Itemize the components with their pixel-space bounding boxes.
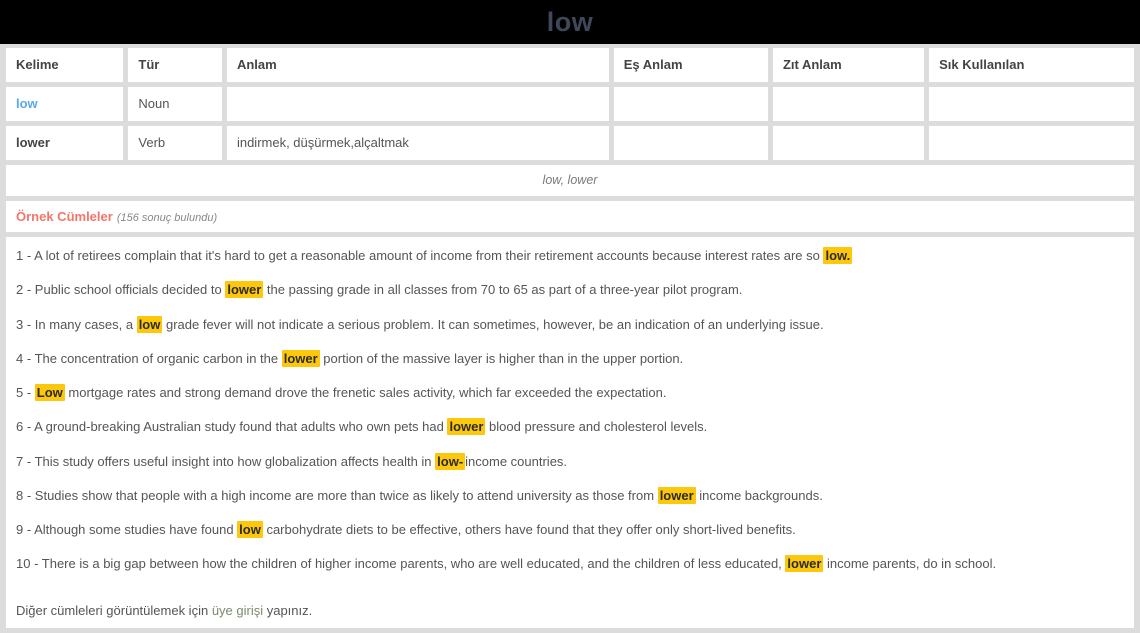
footer-text-after: yapınız. xyxy=(263,602,313,618)
cell-es-anlam xyxy=(612,86,769,122)
sentence-text: The concentration of organic carbon in t… xyxy=(34,350,282,366)
examples-header: Örnek Cümleler (156 sonuç bulundu) xyxy=(5,200,1135,233)
sentence-number: 9 - xyxy=(16,522,35,537)
table-row: low Noun xyxy=(0,86,1140,125)
cell-zit-anlam xyxy=(771,86,926,122)
sentence-text: Public school officials decided to xyxy=(34,282,226,298)
sentence-text: the passing grade in all classes from 70… xyxy=(263,282,743,298)
example-sentence: 4 - The concentration of organic carbon … xyxy=(16,349,1124,367)
word-forms-text: low, lower xyxy=(5,164,1135,197)
column-header-tur: Tür xyxy=(127,47,223,83)
highlighted-term: lower xyxy=(785,555,824,573)
footer-text-before: Diğer cümleleri görüntülemek için xyxy=(16,602,212,618)
member-login-link[interactable]: üye girişi xyxy=(212,603,263,618)
sentence-number: 4 - xyxy=(16,350,35,366)
highlighted-term: Low xyxy=(34,384,65,401)
highlighted-term: lower xyxy=(447,418,486,436)
example-sentence: 10 - There is a big gap between how the … xyxy=(16,555,1124,573)
highlighted-term: low xyxy=(237,521,263,538)
sentence-text: A lot of retirees complain that it's har… xyxy=(34,248,824,263)
sentence-number: 6 - xyxy=(16,419,35,435)
sentence-number: 10 - xyxy=(16,556,42,572)
sentences-panel-wrapper: 1 - A lot of retirees complain that it's… xyxy=(0,236,1140,633)
sentences-panel: 1 - A lot of retirees complain that it's… xyxy=(5,236,1135,629)
member-login-note: Diğer cümleleri görüntülemek için üye gi… xyxy=(16,603,1124,618)
sentence-text: income parents, do in school. xyxy=(823,556,997,572)
example-sentence: 2 - Public school officials decided to l… xyxy=(16,281,1124,299)
page-header: low xyxy=(0,0,1140,44)
cell-tur: Verb xyxy=(127,125,223,161)
example-sentence: 6 - A ground-breaking Australian study f… xyxy=(16,418,1124,436)
cell-sik-kullanilan xyxy=(928,86,1136,122)
column-header-anlam: Anlam xyxy=(225,47,610,83)
word-table: Kelime Tür Anlam Eş Anlam Zıt Anlam Sık … xyxy=(0,44,1140,164)
sentence-text: mortgage rates and strong demand drove t… xyxy=(64,385,667,400)
highlighted-term: low- xyxy=(435,452,466,470)
cell-anlam xyxy=(225,86,610,122)
highlighted-term: lower xyxy=(281,349,320,367)
examples-result-count: (156 sonuç bulundu) xyxy=(116,212,218,224)
cell-sik-kullanilan xyxy=(928,125,1136,161)
sentence-text: A ground-breaking Australian study found… xyxy=(34,419,448,435)
sentence-text: portion of the massive layer is higher t… xyxy=(319,350,684,366)
example-sentence: 1 - A lot of retirees complain that it's… xyxy=(16,247,1124,264)
header-word-title: low xyxy=(546,6,594,37)
column-header-zit-anlam: Zıt Anlam xyxy=(771,47,926,83)
highlighted-term: low. xyxy=(823,247,853,264)
sentence-list: 1 - A lot of retirees complain that it's… xyxy=(16,247,1124,573)
cell-kelime: lower xyxy=(5,125,125,161)
table-header-row: Kelime Tür Anlam Eş Anlam Zıt Anlam Sık … xyxy=(0,44,1140,86)
cell-anlam: indirmek, düşürmek,alçaltmak xyxy=(225,125,610,161)
sentence-text: income backgrounds. xyxy=(695,487,823,503)
sentence-text: This study offers useful insight into ho… xyxy=(34,453,436,469)
examples-header-row: Örnek Cümleler (156 sonuç bulundu) xyxy=(0,200,1140,236)
sentence-text: grade fever will not indicate a serious … xyxy=(162,316,824,332)
sentence-text: blood pressure and cholesterol levels. xyxy=(485,419,708,435)
example-sentence: 8 - Studies show that people with a high… xyxy=(16,486,1124,504)
word-link[interactable]: low xyxy=(16,96,38,111)
highlighted-term: lower xyxy=(657,486,696,504)
highlighted-term: low xyxy=(136,315,163,333)
sentence-number: 7 - xyxy=(16,453,35,469)
word-forms-row: low, lower xyxy=(0,164,1140,200)
example-sentence: 9 - Although some studies have found low… xyxy=(16,521,1124,538)
cell-zit-anlam xyxy=(771,125,926,161)
example-sentence: 5 - Low mortgage rates and strong demand… xyxy=(16,384,1124,401)
cell-tur: Noun xyxy=(127,86,223,122)
sentence-number: 3 - xyxy=(16,316,35,332)
sentence-text: Studies show that people with a high inc… xyxy=(34,487,658,503)
word-text: lower xyxy=(16,135,50,150)
table-row: lower Verb indirmek, düşürmek,alçaltmak xyxy=(0,125,1140,164)
cell-kelime: low xyxy=(5,86,125,122)
example-sentence: 7 - This study offers useful insight int… xyxy=(16,452,1124,470)
column-header-kelime: Kelime xyxy=(5,47,125,83)
sentence-text: In many cases, a xyxy=(34,316,137,332)
highlighted-term: lower xyxy=(225,281,264,299)
sentence-number: 8 - xyxy=(16,487,35,503)
sentence-text: Although some studies have found xyxy=(34,522,238,537)
sentence-number: 5 - xyxy=(16,385,35,400)
examples-title: Örnek Cümleler xyxy=(16,209,113,224)
sentence-number: 1 - xyxy=(16,248,35,263)
sentence-number: 2 - xyxy=(16,282,35,298)
sentence-text: carbohydrate diets to be effective, othe… xyxy=(262,522,796,537)
example-sentence: 3 - In many cases, a low grade fever wil… xyxy=(16,315,1124,333)
column-header-sik-kullanilan: Sık Kullanılan xyxy=(928,47,1136,83)
sentence-text: There is a big gap between how the child… xyxy=(41,556,786,572)
column-header-es-anlam: Eş Anlam xyxy=(612,47,769,83)
sentence-text: income countries. xyxy=(465,453,568,469)
page-body: Kelime Tür Anlam Eş Anlam Zıt Anlam Sık … xyxy=(0,44,1140,633)
cell-es-anlam xyxy=(612,125,769,161)
